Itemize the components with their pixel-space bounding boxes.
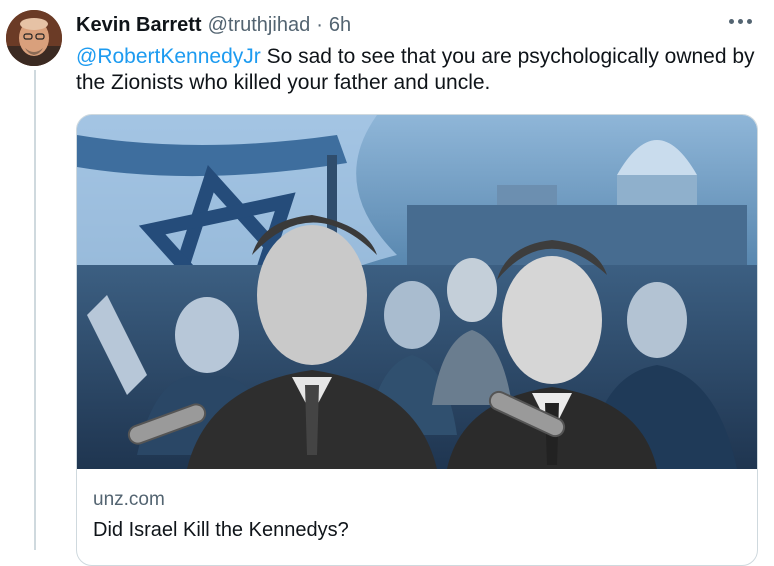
more-horizontal-icon[interactable] — [724, 8, 756, 34]
meta-separator: · — [316, 13, 323, 36]
tweet-text: @RobertKennedyJr So sad to see that you … — [76, 44, 766, 96]
card-title[interactable]: Did Israel Kill the Kennedys? — [93, 519, 349, 542]
card-domain: unz.com — [93, 489, 165, 510]
author-name[interactable]: Kevin Barrett — [76, 14, 202, 37]
author-avatar[interactable] — [6, 10, 62, 66]
tweet-timestamp[interactable]: 6h — [329, 14, 351, 37]
author-handle[interactable]: @truthjihad — [208, 14, 311, 37]
thread-line — [34, 70, 36, 550]
tweet-header: Kevin Barrett @truthjihad · 6h — [76, 10, 756, 40]
link-card[interactable]: unz.com Did Israel Kill the Kennedys? — [76, 114, 758, 566]
mention-link[interactable]: @RobertKennedyJr — [76, 45, 261, 68]
card-image[interactable] — [77, 115, 757, 469]
